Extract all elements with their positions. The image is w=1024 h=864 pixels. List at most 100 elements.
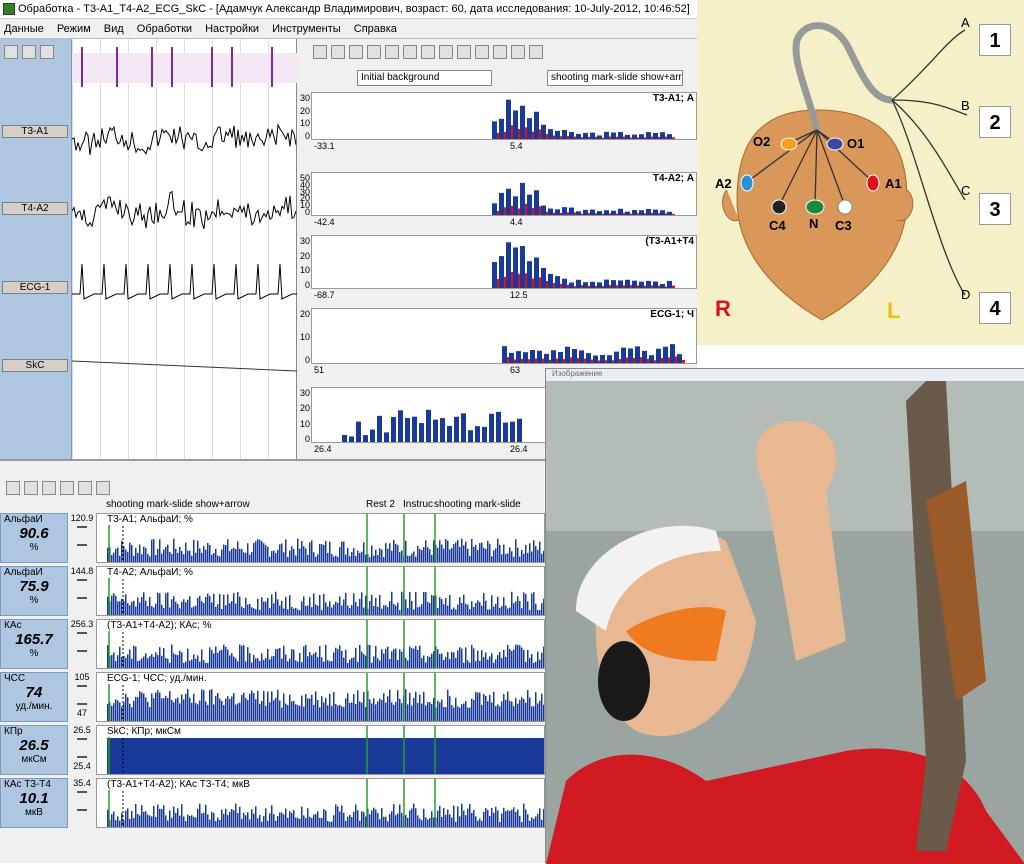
histogram-1[interactable]: T4-A2; А50403020100-42.44.4 [311, 172, 697, 216]
track-bar [275, 649, 277, 669]
track-bar [457, 706, 459, 722]
track-bar [343, 541, 345, 563]
bar-chart-icon[interactable] [421, 45, 435, 59]
menu-help[interactable]: Справка [350, 23, 403, 35]
track-bar [327, 660, 329, 669]
track-bar [389, 659, 391, 669]
track-bar [133, 818, 135, 828]
bar-chart-2-icon[interactable] [439, 45, 453, 59]
trend-track[interactable]: (T3-A1+T4-A2); КАс Т3-Т4; мкВ [96, 778, 545, 828]
histogram-bar-blue [576, 211, 581, 215]
range-scale[interactable]: 120.9 [68, 513, 96, 563]
track-bar [527, 814, 529, 828]
track-bar [207, 705, 209, 722]
histogram-bar-blue [625, 135, 630, 139]
track-bar [389, 601, 391, 616]
menu-mode[interactable]: Режим [53, 23, 97, 35]
track-bar [333, 557, 335, 563]
track-bar [261, 541, 263, 563]
channel-label-skc[interactable]: SkC [2, 359, 68, 372]
channel-label-t4a2[interactable]: T4-A2 [2, 202, 68, 215]
track-bar [537, 610, 539, 616]
raw-signal-view[interactable] [72, 39, 297, 459]
histogram-bar-blue [461, 413, 466, 442]
track-bar [293, 549, 295, 563]
track-bar [377, 658, 379, 669]
track-bar [419, 549, 421, 563]
person-icon[interactable] [493, 45, 507, 59]
channel-label-t3a1[interactable]: T3-A1 [2, 125, 68, 138]
track-bar [425, 662, 427, 669]
settings-icon[interactable] [24, 481, 38, 495]
trend-track[interactable]: (T3-A1+T4-A2); КАс; % [96, 619, 545, 669]
settings-icon[interactable] [331, 45, 345, 59]
track-bar [443, 660, 445, 669]
histogram-bar-blue [569, 132, 574, 139]
track-bar [143, 694, 145, 722]
track-bar [115, 596, 117, 616]
trend-track[interactable]: T4-A2; АльфаИ; % [96, 566, 545, 616]
track-bar [253, 543, 255, 563]
person-icon[interactable] [78, 481, 92, 495]
histogram-2[interactable]: (T3-A1+T43020100-68.712.5 [311, 235, 697, 289]
track-bar [447, 652, 449, 669]
auto-icon[interactable] [96, 481, 110, 495]
histogram-bar-blue [604, 132, 609, 139]
track-bar [525, 594, 527, 616]
print-icon[interactable] [6, 481, 20, 495]
track-bar [295, 704, 297, 722]
histogram-bar-blue [440, 418, 445, 442]
split-icon[interactable] [367, 45, 381, 59]
trend-track[interactable]: ECG-1; ЧСС; уд./мин. [96, 672, 545, 722]
track-bar [491, 556, 493, 563]
channel-label-ecg[interactable]: ECG-1 [2, 281, 68, 294]
left-icon[interactable] [385, 45, 399, 59]
grid-icon[interactable] [42, 481, 56, 495]
histogram-0[interactable]: T3-A1; А3020100-33.15.4 [311, 92, 697, 140]
track-bar [285, 597, 287, 616]
background-select[interactable]: Initial background [357, 70, 492, 86]
track-bar [219, 651, 221, 669]
range-scale[interactable]: 10547 [68, 672, 96, 722]
trend-track[interactable]: T3-A1; АльфаИ; % [96, 513, 545, 563]
wave-icon[interactable] [475, 45, 489, 59]
track-bar [459, 708, 461, 722]
copy-icon[interactable] [22, 45, 36, 59]
stimulus-select[interactable]: shooting mark-slide show+arr [547, 70, 683, 86]
right-icon[interactable] [403, 45, 417, 59]
track-bar [145, 601, 147, 616]
range-scale[interactable]: 144.8 [68, 566, 96, 616]
wave-icon[interactable] [60, 481, 74, 495]
track-bar [481, 705, 483, 722]
menu-tools[interactable]: Инструменты [268, 23, 347, 35]
track-bar [517, 645, 519, 669]
auto-icon[interactable] [529, 45, 543, 59]
range-scale[interactable]: 26.525.4 [68, 725, 96, 775]
track-bar [369, 814, 371, 828]
track-bar [505, 811, 507, 828]
print-icon[interactable] [313, 45, 327, 59]
track-bar [117, 816, 119, 828]
file-icon[interactable] [4, 45, 18, 59]
track-bar [289, 695, 291, 722]
timeline-segment-2: Rest 2 [366, 499, 395, 510]
track-bar [195, 553, 197, 563]
bar-chart-3-icon[interactable] [457, 45, 471, 59]
histogram-3[interactable]: ECG-1; Ч201005163 [311, 308, 697, 364]
track-bar [199, 701, 201, 722]
curve-icon[interactable] [511, 45, 525, 59]
menu-data[interactable]: Данные [0, 23, 50, 35]
track-bar [371, 810, 373, 828]
menu-settings[interactable]: Настройки [201, 23, 265, 35]
track-bar [379, 819, 381, 828]
trend-track[interactable]: SkC; КПр; мкСм [96, 725, 545, 775]
menu-processing[interactable]: Обработки [133, 23, 198, 35]
histogram-bar-blue [597, 211, 602, 215]
export-icon[interactable] [40, 45, 54, 59]
range-scale[interactable]: 35.4 [68, 778, 96, 828]
range-scale[interactable]: 256.3 [68, 619, 96, 669]
grid-icon[interactable] [349, 45, 363, 59]
track-bar [469, 708, 471, 722]
menu-view[interactable]: Вид [100, 23, 130, 35]
histogram-bar-blue [621, 348, 626, 363]
